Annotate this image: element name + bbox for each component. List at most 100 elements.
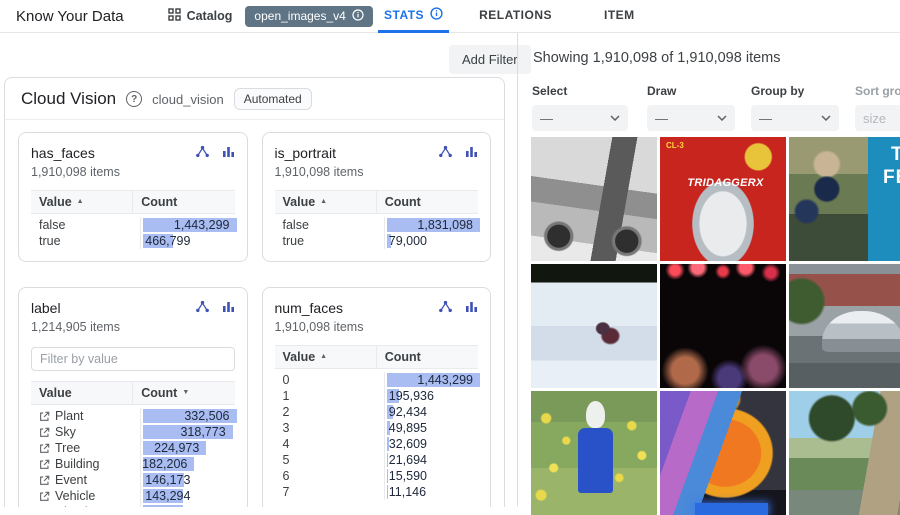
table-row[interactable]: 521,694 [275, 452, 479, 468]
row-value: Vehicle [31, 489, 140, 503]
tab-relations-label: RELATIONS [479, 8, 552, 22]
panel-divider [517, 33, 518, 506]
open-in-new-icon [39, 491, 50, 502]
open-in-new-icon [39, 459, 50, 470]
bar-chart-icon[interactable] [465, 145, 478, 158]
gallery-image-hi-vis-worker[interactable] [660, 391, 786, 515]
table-row[interactable]: true466,799 [31, 233, 235, 249]
tab-item[interactable]: ITEM [598, 0, 641, 33]
gallery-image-vintage-truck[interactable] [531, 137, 657, 261]
count-label: 466,799 [145, 234, 190, 248]
table-row[interactable]: Sky318,773 [31, 424, 235, 440]
card-title: num_faces [275, 300, 364, 316]
count-label: 92,434 [389, 405, 427, 419]
table-row[interactable]: 432,609 [275, 436, 479, 452]
gallery-controls: Select—Draw—Group by—Sort groups bysize [532, 84, 900, 132]
tab-stats[interactable]: STATS [378, 0, 449, 33]
image-overlay-text: CL-3 [666, 141, 684, 150]
bar-chart-icon[interactable] [222, 145, 235, 158]
table-row[interactable]: 292,434 [275, 404, 479, 420]
stat-cards: has_faces 1,910,098 items [5, 120, 504, 507]
help-icon[interactable]: ? [126, 91, 142, 107]
stats-panel: Cloud Vision ? cloud_vision Automated ha… [4, 77, 505, 507]
open-in-new-icon [39, 507, 50, 508]
gallery-image-snow-tubing[interactable] [531, 264, 657, 388]
count-header-label: Count [141, 195, 177, 209]
scatter-plot-icon[interactable] [195, 145, 210, 158]
table-row[interactable]: 615,590 [275, 468, 479, 484]
automated-badge: Automated [234, 88, 312, 110]
control-dropdown[interactable]: — [647, 105, 735, 131]
row-value: Tree [31, 441, 140, 455]
control-dropdown[interactable]: — [532, 105, 628, 131]
table-row[interactable]: Building182,206 [31, 456, 235, 472]
bar-chart-icon[interactable] [465, 300, 478, 313]
count-label: 318,773 [180, 425, 225, 439]
add-filter-button[interactable]: Add Filter [449, 45, 531, 74]
table-row[interactable]: Plant332,506 [31, 408, 235, 424]
row-value: false [31, 218, 140, 232]
table-row[interactable]: 711,146 [275, 484, 479, 500]
value-column-header[interactable]: Value ▲ [275, 191, 376, 213]
stat-card: label 1,214,905 items [18, 287, 248, 507]
table-row[interactable]: false1,831,098 [275, 217, 479, 233]
sort-asc-icon: ▲ [320, 350, 327, 364]
gallery-image-toy-car-package[interactable]: CL-3TRIDAGGERX [660, 137, 786, 261]
chevron-down-icon [821, 115, 831, 121]
row-count: 1,443,299 [384, 372, 478, 388]
table-row[interactable]: 349,895 [275, 420, 479, 436]
value-header-label: Value [39, 386, 72, 400]
scatter-plot-icon[interactable] [438, 145, 453, 158]
info-icon[interactable] [352, 9, 364, 24]
table-row[interactable]: Tree224,973 [31, 440, 235, 456]
info-icon[interactable] [430, 7, 443, 23]
chevron-down-icon [717, 115, 727, 121]
card-item-count: 1,910,098 items [31, 165, 120, 180]
gallery-image-concert-stage[interactable] [660, 264, 786, 388]
card-title: has_faces [31, 145, 120, 161]
tab-bar: STATS RELATIONS ITEM [378, 0, 641, 33]
control-draw: Draw— [647, 84, 735, 131]
scatter-plot-icon[interactable] [438, 300, 453, 313]
control-dropdown[interactable]: — [751, 105, 839, 131]
table-row[interactable]: 1195,936 [275, 388, 479, 404]
row-count: 318,773 [140, 424, 234, 440]
bar-chart-icon[interactable] [222, 300, 235, 313]
table-row[interactable]: false1,443,299 [31, 217, 235, 233]
table-body: false1,831,098true 79,000 [275, 214, 479, 249]
count-label: 146,173 [145, 473, 190, 487]
count-column-header[interactable]: Count [376, 346, 478, 368]
row-count: 15,590 [384, 468, 478, 484]
catalog-button[interactable]: Catalog [168, 8, 233, 24]
value-count-table: Value Count ▼ Plant332,506Sky318,773Tree… [31, 381, 235, 507]
row-count: 146,173 [140, 472, 234, 488]
gallery-image-flower-field[interactable] [531, 391, 657, 515]
value-column-header[interactable]: Value [31, 382, 132, 404]
dataset-chip[interactable]: open_images_v4 [245, 6, 372, 27]
table-row[interactable]: true 79,000 [275, 233, 479, 249]
gallery-image-cyclists-poster[interactable]: TOFEV [789, 137, 900, 261]
row-count: 224,973 [140, 440, 234, 456]
gallery-image-garden-courtyard[interactable] [789, 391, 900, 515]
row-value: 4 [275, 437, 384, 451]
table-row[interactable]: 01,443,299 [275, 372, 479, 388]
count-label: 1,831,098 [417, 218, 473, 232]
value-column-header[interactable]: Value ▲ [31, 191, 132, 213]
value-column-header[interactable]: Value ▲ [275, 346, 376, 368]
row-count: 49,895 [384, 420, 478, 436]
tab-relations[interactable]: RELATIONS [473, 0, 558, 33]
row-value: true [275, 234, 384, 248]
count-column-header[interactable]: Count [376, 191, 478, 213]
filter-by-value-input[interactable] [31, 347, 235, 371]
gallery-image-silver-car[interactable] [789, 264, 900, 388]
table-row[interactable]: Vehicle143,294 [31, 488, 235, 504]
scatter-plot-icon[interactable] [195, 300, 210, 313]
value-count-table: Value ▲ Count false1,443,299true466,799 [31, 190, 235, 249]
count-label: 79,000 [389, 234, 427, 248]
count-column-header[interactable]: Count [132, 191, 234, 213]
count-column-header[interactable]: Count ▼ [132, 382, 234, 404]
card-title: is_portrait [275, 145, 364, 161]
stat-card: has_faces 1,910,098 items [18, 132, 248, 262]
row-value: 6 [275, 469, 384, 483]
table-row[interactable]: Event146,173 [31, 472, 235, 488]
